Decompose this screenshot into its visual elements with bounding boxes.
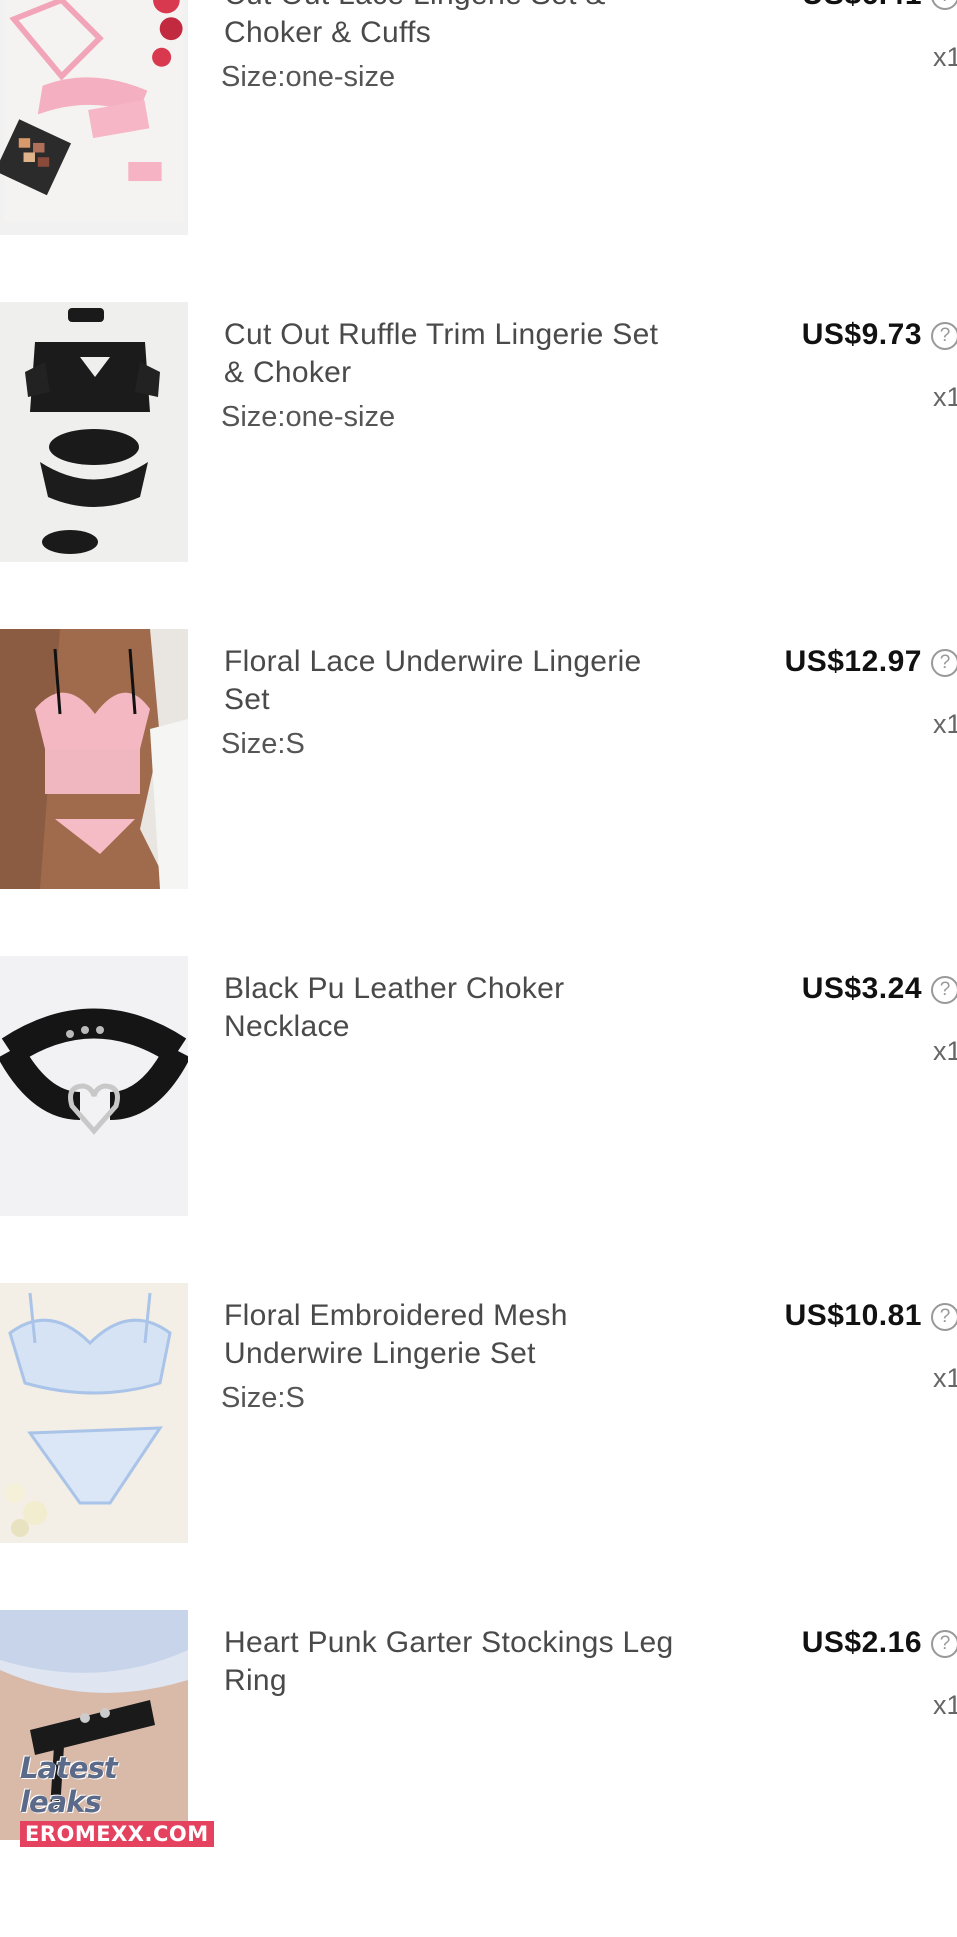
order-item: Cut Out Lace Lingerie Set & Choker & Cuf… — [0, 0, 957, 289]
help-icon[interactable]: ? — [931, 322, 957, 350]
order-item: Floral Embroidered Mesh Underwire Linger… — [0, 1283, 957, 1610]
pink-floral-lace-lingerie-photo — [0, 629, 188, 889]
product-price: US$12.97 — [784, 645, 922, 678]
help-icon[interactable]: ? — [931, 976, 957, 1004]
product-title[interactable]: Black Pu Leather Choker Necklace — [224, 970, 724, 1046]
product-price: US$2.16 — [801, 1626, 922, 1659]
order-item: Floral Lace Underwire Lingerie Set Size:… — [0, 629, 957, 956]
product-title[interactable]: Heart Punk Garter Stockings Leg Ring — [224, 1624, 724, 1700]
help-icon[interactable]: ? — [931, 0, 957, 10]
order-item: Cut Out Ruffle Trim Lingerie Set & Choke… — [0, 302, 957, 629]
product-price: US$3.24 — [801, 972, 922, 1005]
product-thumbnail[interactable] — [0, 629, 188, 889]
black-ruffle-lingerie-set-photo — [0, 302, 188, 562]
product-quantity: x1 — [933, 1036, 957, 1066]
product-size: Size:S — [221, 728, 305, 760]
product-thumbnail[interactable] — [0, 0, 188, 235]
blue-mesh-lingerie-photo — [0, 1283, 188, 1543]
product-thumbnail[interactable] — [0, 1283, 188, 1543]
product-price: US$10.81 — [784, 1299, 922, 1332]
product-quantity: x1 — [933, 1363, 957, 1393]
product-thumbnail[interactable] — [0, 956, 188, 1216]
product-price: US$9.73 — [801, 318, 922, 351]
black-heart-choker-photo — [0, 956, 188, 1216]
product-size: Size:one-size — [221, 61, 396, 93]
watermark-line2: EROMEXX.COM — [20, 1821, 214, 1847]
watermark-line1: Latest leaks — [20, 1751, 118, 1819]
help-icon[interactable]: ? — [931, 649, 957, 677]
product-quantity: x1 — [933, 382, 957, 412]
pink-lace-lingerie-set-photo — [0, 0, 184, 222]
order-item: Black Pu Leather Choker Necklace US$3.24… — [0, 956, 957, 1283]
product-quantity: x1 — [933, 42, 957, 72]
product-quantity: x1 — [933, 1690, 957, 1720]
help-icon[interactable]: ? — [931, 1303, 957, 1331]
help-icon[interactable]: ? — [931, 1630, 957, 1658]
product-size: Size:S — [221, 1382, 305, 1414]
product-title[interactable]: Cut Out Lace Lingerie Set & Choker & Cuf… — [224, 0, 724, 52]
product-title[interactable]: Cut Out Ruffle Trim Lingerie Set & Choke… — [224, 316, 724, 392]
product-price: US$6.41 — [802, 0, 922, 14]
product-title[interactable]: Floral Lace Underwire Lingerie Set — [224, 643, 724, 719]
product-size: Size:one-size — [221, 401, 396, 433]
product-title[interactable]: Floral Embroidered Mesh Underwire Linger… — [224, 1297, 724, 1373]
product-thumbnail[interactable] — [0, 302, 188, 562]
product-quantity: x1 — [933, 709, 957, 739]
watermark: Latest leaks EROMEXX.COM — [20, 1751, 214, 1847]
